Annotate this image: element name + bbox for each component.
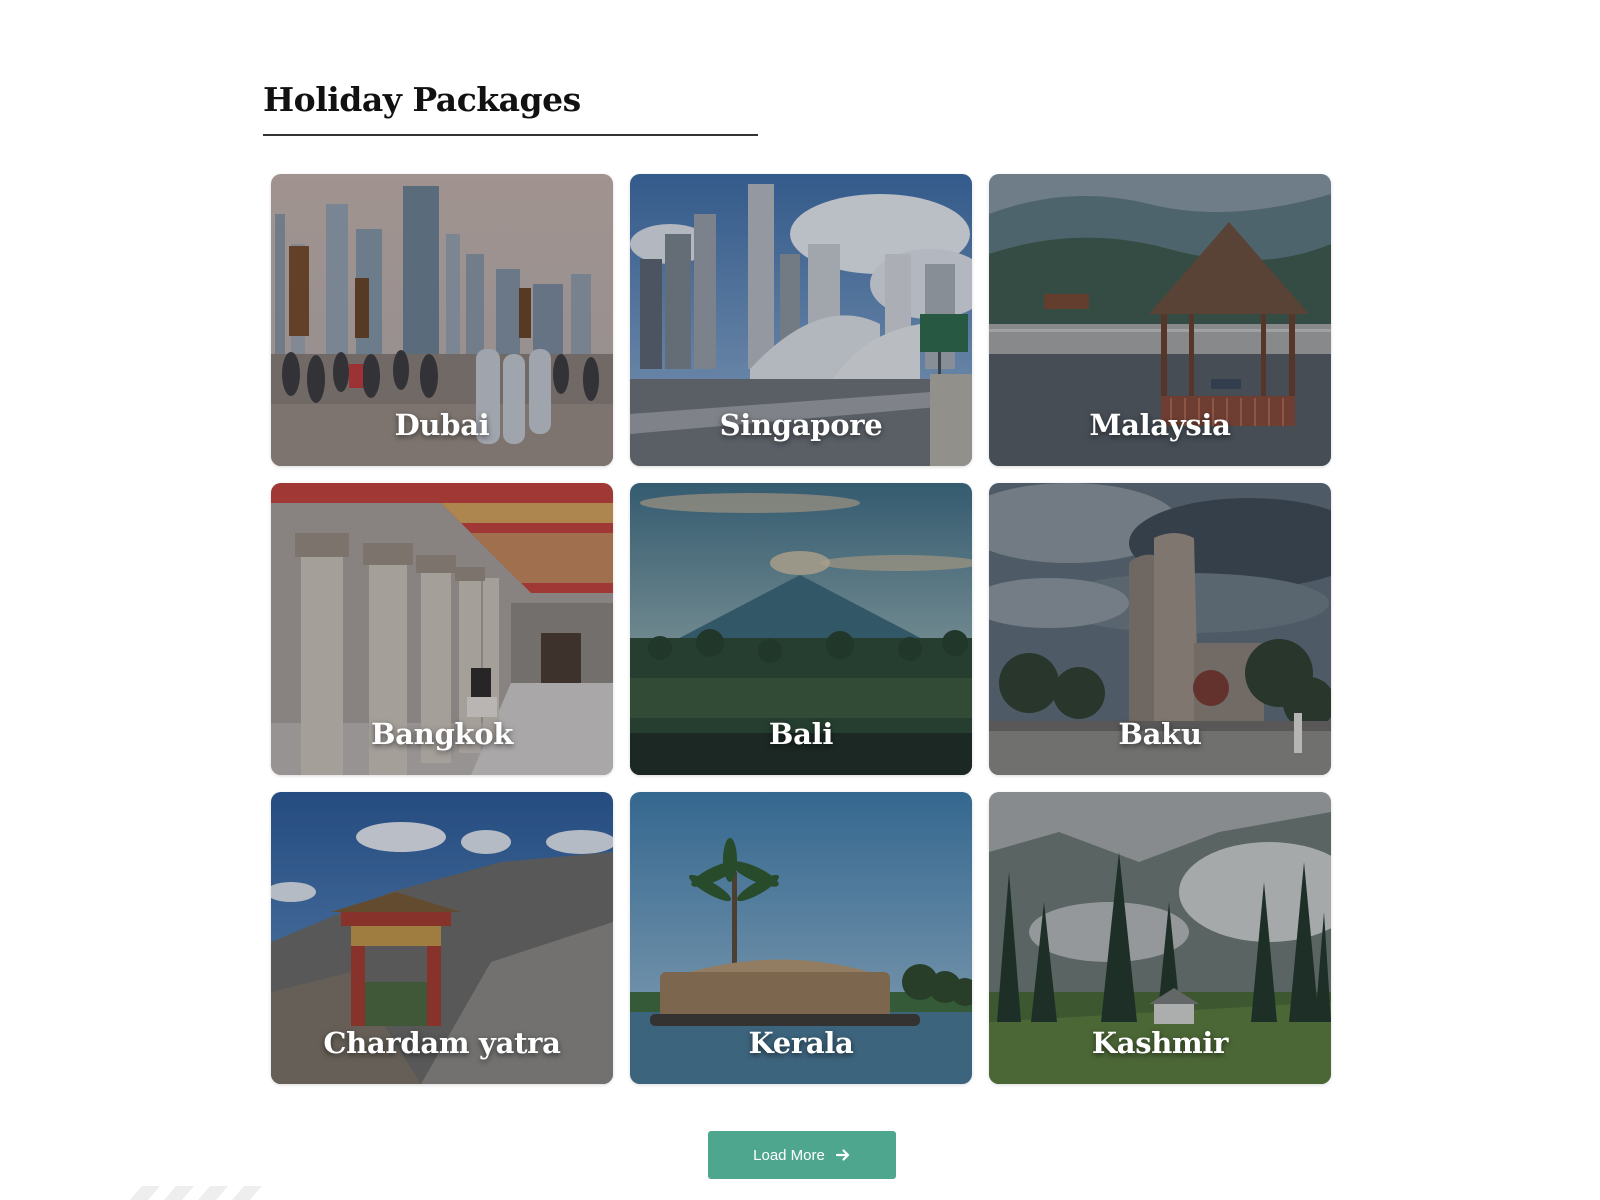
package-card-chardam-yatra[interactable]: Chardam yatra <box>271 792 613 1084</box>
decorative-chevrons <box>130 1186 262 1200</box>
package-name: Singapore <box>719 408 883 442</box>
package-name: Chardam yatra <box>323 1026 561 1060</box>
package-card-dubai[interactable]: Dubai <box>271 174 613 466</box>
load-more-button[interactable]: Load More <box>708 1131 896 1179</box>
section-title: Holiday Packages <box>263 80 581 119</box>
package-card-bali[interactable]: Bali <box>630 483 972 775</box>
package-name: Dubai <box>394 408 490 442</box>
package-card-singapore[interactable]: Singapore <box>630 174 972 466</box>
holiday-packages-section: Holiday Packages Dubai Singapore Malaysi… <box>0 0 1600 1200</box>
load-more-label: Load More <box>753 1146 825 1164</box>
package-name: Baku <box>1118 717 1202 751</box>
package-name: Kerala <box>748 1026 854 1060</box>
package-name: Kashmir <box>1091 1026 1229 1060</box>
packages-grid: Dubai Singapore Malaysia Bangkok Bali Ba… <box>271 174 1331 1084</box>
package-name: Malaysia <box>1089 408 1231 442</box>
package-card-kerala[interactable]: Kerala <box>630 792 972 1084</box>
package-card-kashmir[interactable]: Kashmir <box>989 792 1331 1084</box>
package-card-bangkok[interactable]: Bangkok <box>271 483 613 775</box>
package-card-baku[interactable]: Baku <box>989 483 1331 775</box>
package-name: Bangkok <box>370 717 514 751</box>
package-name: Bali <box>768 717 834 751</box>
package-card-malaysia[interactable]: Malaysia <box>989 174 1331 466</box>
title-underline <box>263 134 758 136</box>
arrow-right-icon <box>835 1147 851 1163</box>
